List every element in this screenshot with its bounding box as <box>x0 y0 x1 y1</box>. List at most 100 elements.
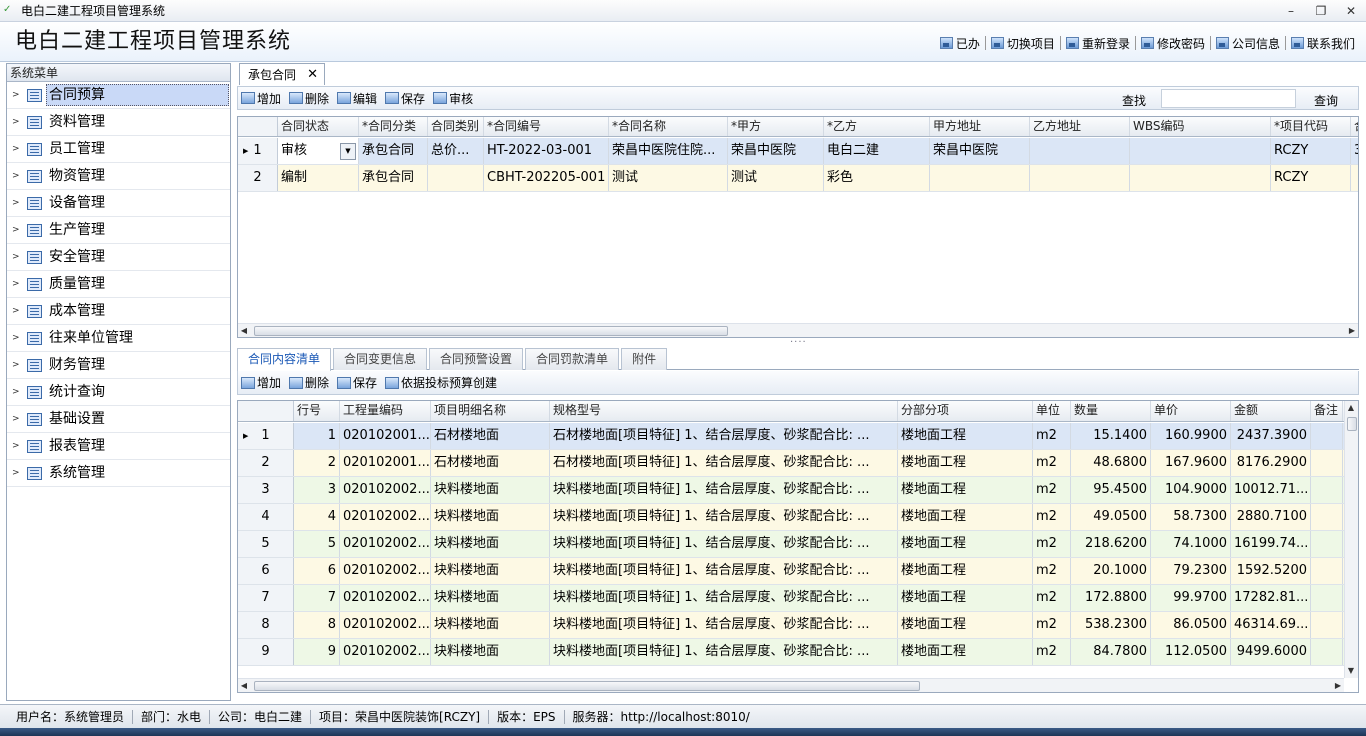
table-cell[interactable] <box>1351 165 1358 191</box>
sidebar-item-finance[interactable]: > 财务管理 <box>7 352 230 379</box>
table-cell[interactable] <box>1130 138 1271 164</box>
table-cell[interactable] <box>930 165 1030 191</box>
status-cell[interactable]: 编制 <box>278 165 359 191</box>
sidebar-item-statistics[interactable]: > 统计查询 <box>7 379 230 406</box>
done-link[interactable]: 已办 <box>935 36 986 51</box>
table-cell[interactable]: m2 <box>1033 423 1071 449</box>
table-row[interactable]: ▶ 1 1 020102001... 石材楼地面 石材楼地面[项目特征] 1、结合层厚度、… <box>238 423 1344 450</box>
table-cell[interactable]: 楼地面工程 <box>898 585 1033 611</box>
table-cell[interactable]: 020102002... <box>340 612 431 638</box>
table-cell[interactable]: 1592.5200 <box>1231 558 1311 584</box>
table-cell[interactable]: 167.9600 <box>1151 450 1231 476</box>
table-cell[interactable]: 8176.2900 <box>1231 450 1311 476</box>
tab-attachments[interactable]: 附件 <box>621 348 668 370</box>
table-cell[interactable]: 石材楼地面[项目特征] 1、结合层厚度、砂浆配合比: ... <box>550 423 898 449</box>
column-header[interactable]: 合同状态 <box>278 117 359 136</box>
table-cell[interactable]: 楼地面工程 <box>898 639 1033 665</box>
column-header[interactable]: 项目明细名称 <box>431 401 550 421</box>
column-header[interactable]: *项目代码 <box>1271 117 1351 136</box>
table-cell[interactable]: 石材楼地面 <box>431 423 550 449</box>
table-cell[interactable]: 9 <box>294 639 340 665</box>
table-cell[interactable]: 4 <box>294 504 340 530</box>
chevron-right-icon[interactable]: > <box>12 279 22 289</box>
scrollbar-thumb[interactable] <box>254 326 728 336</box>
table-cell[interactable]: 承包合同 <box>359 165 428 191</box>
scroll-right-icon[interactable]: ▶ <box>1332 679 1344 692</box>
table-cell[interactable]: m2 <box>1033 612 1071 638</box>
table-row[interactable]: 2 编制 承包合同 CBHT-202205-001 测试 测试 彩色 RCZY <box>238 165 1358 192</box>
chevron-right-icon[interactable]: > <box>12 171 22 181</box>
table-cell[interactable]: 2880.7100 <box>1231 504 1311 530</box>
contact-us-link[interactable]: 联系我们 <box>1286 36 1360 51</box>
table-cell[interactable]: 9499.6000 <box>1231 639 1311 665</box>
table-cell[interactable]: 楼地面工程 <box>898 504 1033 530</box>
table-cell[interactable] <box>428 165 484 191</box>
scroll-left-icon[interactable]: ◀ <box>238 324 250 337</box>
save-items-button[interactable]: 保存 <box>337 374 377 391</box>
table-cell[interactable] <box>1311 477 1343 503</box>
table-cell[interactable]: 测试 <box>728 165 824 191</box>
table-row[interactable]: 3 3 020102002... 块料楼地面 块料楼地面[项目特征] 1、结合层厚度、砂… <box>238 477 1344 504</box>
add-button[interactable]: 增加 <box>241 90 281 107</box>
table-cell[interactable] <box>1030 138 1130 164</box>
table-cell[interactable]: 86.0500 <box>1151 612 1231 638</box>
table-cell[interactable]: 彩色 <box>824 165 930 191</box>
table-cell[interactable]: 104.9000 <box>1151 477 1231 503</box>
table-cell[interactable]: 84.7800 <box>1071 639 1151 665</box>
add-item-button[interactable]: 增加 <box>241 374 281 391</box>
save-button[interactable]: 保存 <box>385 90 425 107</box>
chevron-right-icon[interactable]: > <box>12 360 22 370</box>
table-cell[interactable]: m2 <box>1033 558 1071 584</box>
table-cell[interactable]: 2 <box>294 450 340 476</box>
column-header[interactable]: 单价 <box>1151 401 1231 421</box>
sidebar-item-system[interactable]: > 系统管理 <box>7 460 230 487</box>
column-header[interactable]: 分部分项 <box>898 401 1033 421</box>
table-cell[interactable]: 块料楼地面[项目特征] 1、结合层厚度、砂浆配合比: ... <box>550 612 898 638</box>
tab-contract-items[interactable]: 合同内容清单 <box>237 348 332 371</box>
vertical-scrollbar[interactable]: ▲ ▼ <box>1344 401 1358 678</box>
chevron-right-icon[interactable]: > <box>12 387 22 397</box>
scroll-down-icon[interactable]: ▼ <box>1345 664 1357 678</box>
column-header[interactable]: *合同分类 <box>359 117 428 136</box>
table-cell[interactable]: 48.6800 <box>1071 450 1151 476</box>
sidebar-item-quality[interactable]: > 质量管理 <box>7 271 230 298</box>
table-cell[interactable]: 块料楼地面 <box>431 612 550 638</box>
column-header[interactable]: 金额 <box>1231 401 1311 421</box>
sidebar-item-partners[interactable]: > 往来单位管理 <box>7 325 230 352</box>
table-cell[interactable]: 块料楼地面 <box>431 531 550 557</box>
table-cell[interactable]: 15.1400 <box>1071 423 1151 449</box>
table-cell[interactable] <box>1130 165 1271 191</box>
table-cell[interactable]: 楼地面工程 <box>898 531 1033 557</box>
table-cell[interactable]: 荣昌中医院住院... <box>609 138 728 164</box>
sidebar-item-materials[interactable]: > 物资管理 <box>7 163 230 190</box>
change-password-link[interactable]: 修改密码 <box>1136 36 1211 51</box>
table-cell[interactable]: 218.6200 <box>1071 531 1151 557</box>
table-cell[interactable]: 020102002... <box>340 558 431 584</box>
table-cell[interactable]: 020102002... <box>340 639 431 665</box>
table-cell[interactable]: 石材楼地面 <box>431 450 550 476</box>
table-cell[interactable]: 17282.81... <box>1231 585 1311 611</box>
table-cell[interactable]: HT-2022-03-001 <box>484 138 609 164</box>
table-cell[interactable] <box>1311 423 1343 449</box>
table-cell[interactable]: 020102002... <box>340 585 431 611</box>
sidebar-item-employees[interactable]: > 员工管理 <box>7 136 230 163</box>
table-cell[interactable]: 块料楼地面 <box>431 558 550 584</box>
delete-button[interactable]: 删除 <box>289 90 329 107</box>
query-button[interactable]: 查询 <box>1314 92 1338 109</box>
table-cell[interactable]: m2 <box>1033 639 1071 665</box>
chevron-right-icon[interactable]: > <box>12 414 22 424</box>
minimize-button[interactable]: – <box>1280 2 1302 20</box>
table-cell[interactable]: 99.9700 <box>1151 585 1231 611</box>
table-cell[interactable] <box>1311 558 1343 584</box>
chevron-right-icon[interactable]: > <box>12 117 22 127</box>
table-cell[interactable]: 2437.3900 <box>1231 423 1311 449</box>
table-cell[interactable]: 楼地面工程 <box>898 612 1033 638</box>
tab-contract-penalties[interactable]: 合同罚款清单 <box>525 348 620 370</box>
company-info-link[interactable]: 公司信息 <box>1211 36 1286 51</box>
table-cell[interactable]: 6 <box>294 558 340 584</box>
table-cell[interactable]: 石材楼地面[项目特征] 1、结合层厚度、砂浆配合比: ... <box>550 450 898 476</box>
table-cell[interactable]: 楼地面工程 <box>898 477 1033 503</box>
table-cell[interactable]: 块料楼地面 <box>431 639 550 665</box>
table-cell[interactable]: 3 <box>294 477 340 503</box>
table-cell[interactable]: 块料楼地面 <box>431 477 550 503</box>
